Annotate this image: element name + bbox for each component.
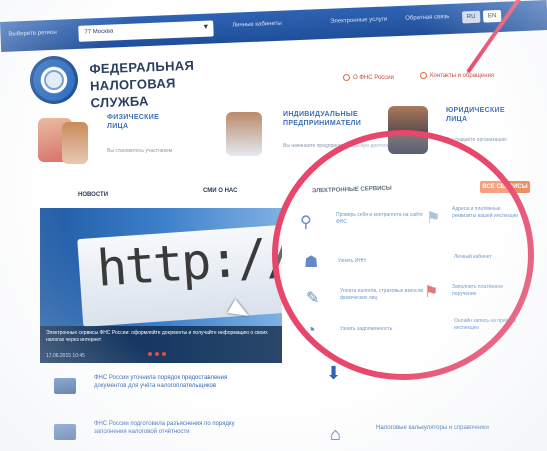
category-legal-entities[interactable]: ЮРИДИЧЕСКИЕ ЛИЦА [446,106,505,124]
news-banner[interactable]: http://www Электронные сервисы ФНС Росси… [40,208,282,363]
header-link-about[interactable]: О ФНС России [343,74,394,81]
category-entrepreneurs[interactable]: ИНДИВИДУАЛЬНЫЕ ПРЕДПРИНИМАТЕЛИ [283,110,361,128]
topbar-link-cabinets[interactable]: Личные кабинеты [232,21,282,29]
tab-news[interactable]: НОВОСТИ [78,192,108,198]
entrepreneurs-image [226,112,262,156]
document-icon: ⬇ [326,363,342,383]
top-navigation-bar: Выберите регион 77 Москва ▼ Личные кабин… [0,0,547,52]
bottom-service-link[interactable]: Налоговые калькуляторы и справочники [376,424,516,432]
lang-ru[interactable]: RU [461,10,481,24]
topbar-link-services[interactable]: Электронные услуги [330,16,387,24]
header-link-contacts[interactable]: Контакты и обращения [420,72,494,79]
news-thumbnail [54,378,76,394]
fns-logo[interactable] [30,56,78,104]
individuals-image-2 [62,122,88,164]
region-select[interactable]: 77 Москва ▼ [78,20,214,42]
house-icon: ⌂ [330,424,341,444]
region-value: 77 Москва [84,28,114,36]
banner-caption: Электронные сервисы ФНС России: оформляй… [40,326,282,363]
contact-icon [420,72,427,79]
highlight-circle [272,130,534,380]
region-label: Выберите регион [8,29,57,38]
banner-date: 17.06.2015 10:45 [46,353,85,359]
info-icon [343,74,350,81]
site-title-line2: НАЛОГОВАЯ СЛУЖБА [89,75,176,111]
category-individuals[interactable]: ФИЗИЧЕСКИЕ ЛИЦА [107,113,159,131]
news-item-2[interactable]: ФНС России подготовила разъяснения по по… [94,420,244,436]
site-title[interactable]: ФЕДЕРАЛЬНАЯ НАЛОГОВАЯ СЛУЖБА [89,56,231,112]
carousel-dots[interactable] [148,352,169,359]
chevron-down-icon: ▼ [202,23,210,31]
lang-en[interactable]: EN [482,9,502,23]
tab-media[interactable]: СМИ О НАС [203,188,237,194]
topbar-link-feedback[interactable]: Обратная связь [405,14,449,22]
news-thumbnail [54,424,76,440]
news-item-1[interactable]: ФНС России уточнила порядок предоставлен… [94,374,244,390]
category-individuals-subtitle: Вы становитесь участником [107,148,173,154]
